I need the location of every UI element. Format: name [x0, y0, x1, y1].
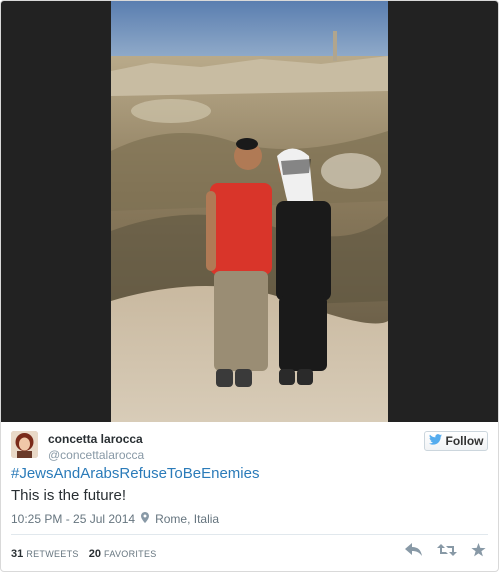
avatar[interactable] [11, 431, 38, 458]
tweet-media[interactable] [1, 1, 498, 422]
favorites-count: 20 [88, 548, 101, 560]
favorite-star-icon[interactable] [471, 543, 486, 562]
follow-label: Follow [445, 434, 484, 448]
retweets-stat[interactable]: 31 RETWEETS [11, 548, 79, 560]
tweet-stats: 31 RETWEETS 20 FAVORITES [11, 548, 157, 560]
favorites-stat[interactable]: 20 FAVORITES [89, 548, 157, 560]
tweet-text: This is the future! [11, 487, 127, 504]
hashtag-link[interactable]: #JewsAndArabsRefuseToBeEnemies [11, 465, 259, 482]
author-handle[interactable]: @concettalarocca [48, 448, 144, 462]
favorites-label: FAVORITES [104, 549, 157, 559]
avatar-image [11, 431, 38, 458]
tweet-card: concetta larocca @concettalarocca Follow… [0, 0, 499, 572]
tweet-metadata: 10:25 PM - 25 Jul 2014 Rome, Italia [11, 512, 219, 526]
follow-button[interactable]: Follow [424, 431, 488, 451]
tweet-timestamp[interactable]: 10:25 PM - 25 Jul 2014 [11, 512, 135, 526]
tweet-actions [405, 543, 486, 562]
author-name[interactable]: concetta larocca [48, 432, 143, 446]
reply-icon[interactable] [405, 543, 423, 562]
photo-image [111, 1, 388, 422]
stats-divider [11, 534, 488, 535]
retweet-icon[interactable] [437, 543, 457, 562]
retweets-count: 31 [11, 548, 24, 560]
retweets-label: RETWEETS [26, 549, 79, 559]
location-pin-icon [141, 512, 150, 526]
twitter-bird-icon [428, 434, 442, 448]
tweet-photo[interactable] [111, 1, 388, 422]
tweet-location[interactable]: Rome, Italia [155, 512, 219, 526]
